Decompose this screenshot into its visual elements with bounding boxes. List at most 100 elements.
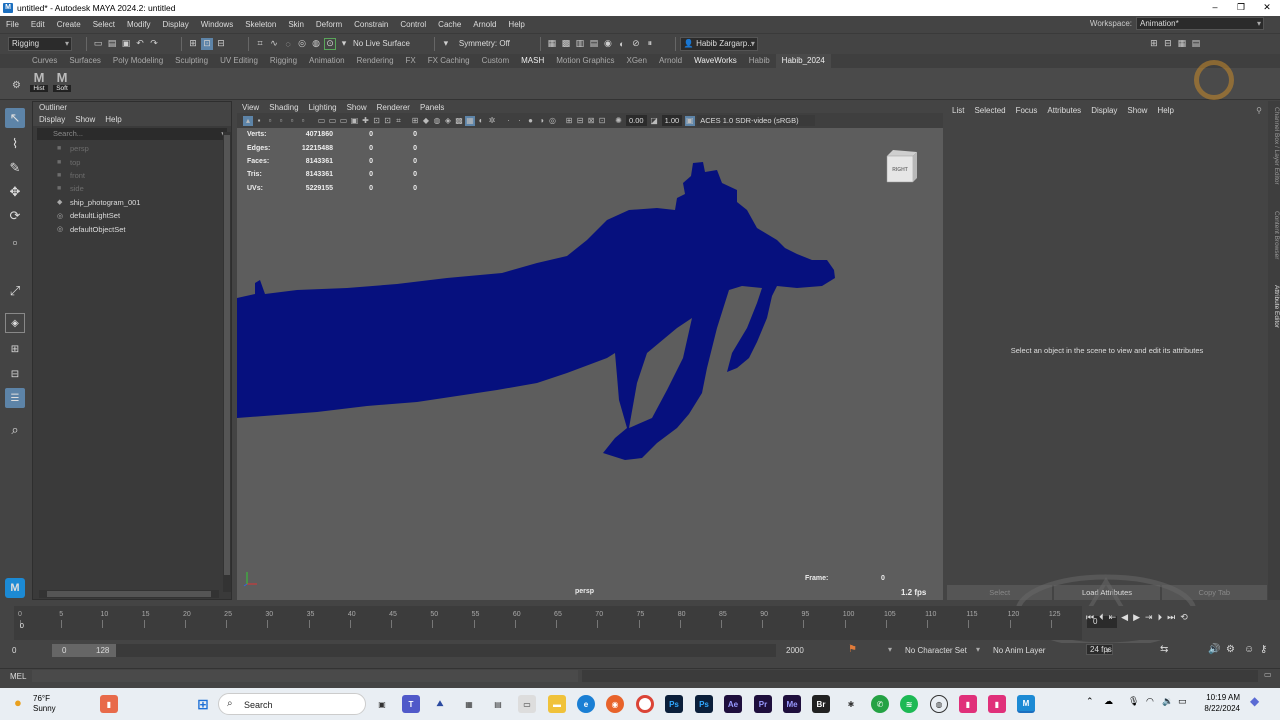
command-language-label[interactable]: MEL	[10, 672, 26, 681]
pause-icon[interactable]: ⏸	[644, 38, 656, 50]
render-frame-icon[interactable]: ▩	[560, 38, 572, 50]
after-effects-icon[interactable]: Ae	[724, 695, 742, 713]
task-view-icon[interactable]: ▣	[373, 695, 391, 713]
menu-skin[interactable]: Skin	[282, 16, 310, 33]
copilot-icon[interactable]: ◆	[1250, 694, 1259, 708]
symmetry-dropdown-icon[interactable]: ▾	[440, 38, 452, 50]
taskbar-search-box[interactable]: ⌕ Search	[218, 693, 366, 715]
menu-file[interactable]: File	[0, 16, 25, 33]
shelf-tab-rigging[interactable]: Rigging	[264, 54, 303, 68]
modeling-toolkit-icon[interactable]: ⊞	[1148, 38, 1160, 50]
shelf-tab-rendering[interactable]: Rendering	[351, 54, 400, 68]
app-icon[interactable]: ⛰	[431, 695, 449, 713]
xray-joints-icon[interactable]: ⊞	[564, 116, 574, 126]
outliner-horizontal-scrollbar[interactable]	[39, 590, 219, 598]
range-track[interactable]	[116, 644, 776, 657]
viewport-menu-show[interactable]: Show	[347, 103, 367, 112]
outliner-item-top[interactable]: ■ top	[33, 155, 231, 168]
color-space-dropdown[interactable]: ACES 1.0 SDR-video (sRGB)	[697, 115, 816, 126]
outliner-search-input[interactable]: Search...	[37, 128, 227, 140]
snap-surface-icon[interactable]: ◍	[310, 38, 322, 50]
shelf-tab-fx[interactable]: FX	[400, 54, 422, 68]
outliner-menu-show[interactable]: Show	[75, 115, 95, 124]
rotate-tool-icon[interactable]: ⟳	[5, 206, 25, 226]
minimize-icon[interactable]: –	[1202, 0, 1228, 16]
clock-time[interactable]: 10:19 AM	[1190, 693, 1240, 702]
color-management-icon[interactable]: ▣	[684, 115, 695, 126]
select-camera-icon[interactable]: ▴	[243, 115, 253, 126]
shelf-tab-motion-graphics[interactable]: Motion Graphics	[550, 54, 620, 68]
audio-icon[interactable]: 🔊	[1208, 644, 1220, 655]
safe-title-icon[interactable]: ⊡	[383, 116, 393, 126]
scale-tool-icon[interactable]: ▫	[5, 232, 25, 252]
textured-icon[interactable]: ▩	[454, 116, 464, 126]
anim-layer-dropdown-icon[interactable]: ▾	[976, 645, 980, 654]
outliner-menu-help[interactable]: Help	[105, 115, 121, 124]
outliner-layout-icon[interactable]: ☰	[5, 388, 25, 408]
arnold-render-icon[interactable]: ◐	[616, 38, 628, 50]
save-scene-icon[interactable]: ▣	[120, 38, 132, 50]
outliner-item-default-object-set[interactable]: ◎ defaultObjectSet	[33, 222, 231, 235]
app-window-icon[interactable]: ▭	[518, 695, 536, 713]
menu-deform[interactable]: Deform	[310, 16, 348, 33]
outliner-item-persp[interactable]: ■ persp	[33, 142, 231, 155]
shelf-tab-animation[interactable]: Animation	[303, 54, 351, 68]
wifi-icon[interactable]: ◠	[1146, 696, 1154, 707]
playback-end-field[interactable]: 128	[96, 646, 109, 655]
weather-temperature[interactable]: 76°F	[33, 694, 50, 703]
side-tab-channel-box[interactable]: Channel Box / Layer Editor	[1268, 107, 1280, 185]
step-back-frame-icon[interactable]: ⏴	[1099, 612, 1104, 623]
arnold-ipr-icon[interactable]: ⊘	[630, 38, 642, 50]
go-to-end-icon[interactable]: ⏭	[1167, 612, 1175, 623]
current-frame-marker[interactable]: 0	[20, 623, 24, 630]
resolution-gate-icon[interactable]: ▭	[339, 116, 349, 126]
menu-help[interactable]: Help	[502, 16, 530, 33]
menu-arnold[interactable]: Arnold	[467, 16, 502, 33]
step-forward-frame-icon[interactable]: ⏵	[1158, 612, 1163, 623]
image-plane-icon[interactable]: ▫	[276, 116, 286, 126]
weather-sun-icon[interactable]: ●	[14, 695, 22, 710]
field-chart-icon[interactable]: ✚	[361, 116, 371, 126]
viewport-menu-renderer[interactable]: Renderer	[377, 103, 410, 112]
show-hidden-icons-icon[interactable]: ⌃	[1086, 696, 1094, 707]
attr-menu-list[interactable]: List	[952, 106, 964, 115]
snap-view-icon[interactable]: ◎	[296, 38, 308, 50]
key-icon[interactable]: ⚷	[1260, 644, 1267, 655]
attr-menu-selected[interactable]: Selected	[974, 106, 1005, 115]
use-default-material-icon[interactable]: ◍	[432, 116, 442, 126]
play-backward-icon[interactable]: ◀	[1121, 612, 1128, 623]
attribute-editor-toggle-icon[interactable]: ⊟	[1162, 38, 1174, 50]
shelf-tab-custom[interactable]: Custom	[476, 54, 516, 68]
shadows-icon[interactable]: ◐	[476, 116, 486, 126]
maya-home-icon[interactable]: M	[5, 578, 25, 598]
snap-grid-icon[interactable]: ⌗	[254, 38, 266, 50]
menu-cache[interactable]: Cache	[432, 16, 467, 33]
two-view-layout-icon[interactable]: ⊟	[5, 364, 25, 384]
redo-icon[interactable]: ↷	[148, 38, 160, 50]
outliner-item-front[interactable]: ■ front	[33, 169, 231, 182]
last-tool-icon[interactable]: ⤢	[5, 281, 25, 301]
select-tool-icon[interactable]: ↖	[5, 108, 25, 128]
play-forward-icon[interactable]: ▶	[1133, 612, 1140, 623]
shelf-tab-sculpting[interactable]: Sculpting	[169, 54, 214, 68]
fps-dropdown[interactable]: 24 fps	[1086, 644, 1113, 655]
outliner-item-side[interactable]: ■ side	[33, 182, 231, 195]
menu-modify[interactable]: Modify	[121, 16, 157, 33]
attr-menu-focus[interactable]: Focus	[1016, 106, 1038, 115]
menu-control[interactable]: Control	[394, 16, 432, 33]
calculator-icon[interactable]: ▦	[460, 695, 478, 713]
script-editor-icon[interactable]: ▭	[1264, 670, 1272, 679]
attr-menu-attributes[interactable]: Attributes	[1047, 106, 1081, 115]
new-scene-icon[interactable]: ▭	[92, 38, 104, 50]
attr-menu-help[interactable]: Help	[1157, 106, 1173, 115]
move-tool-icon[interactable]: ✥	[5, 182, 25, 202]
battery-icon[interactable]: ▭	[1178, 696, 1187, 707]
onedrive-icon[interactable]: ☁	[1104, 696, 1113, 707]
camera-attributes-icon[interactable]: ▪	[254, 116, 264, 126]
side-tab-attribute-editor[interactable]: Attribute Editor	[1268, 285, 1280, 328]
shelf-tab-habib-2024[interactable]: Habib_2024	[775, 54, 831, 68]
menu-create[interactable]: Create	[51, 16, 87, 33]
step-back-key-icon[interactable]: ⇤	[1109, 612, 1117, 623]
shelf-tab-waveworks[interactable]: WaveWorks	[688, 54, 743, 68]
gamma-icon[interactable]: ◪	[649, 116, 659, 126]
